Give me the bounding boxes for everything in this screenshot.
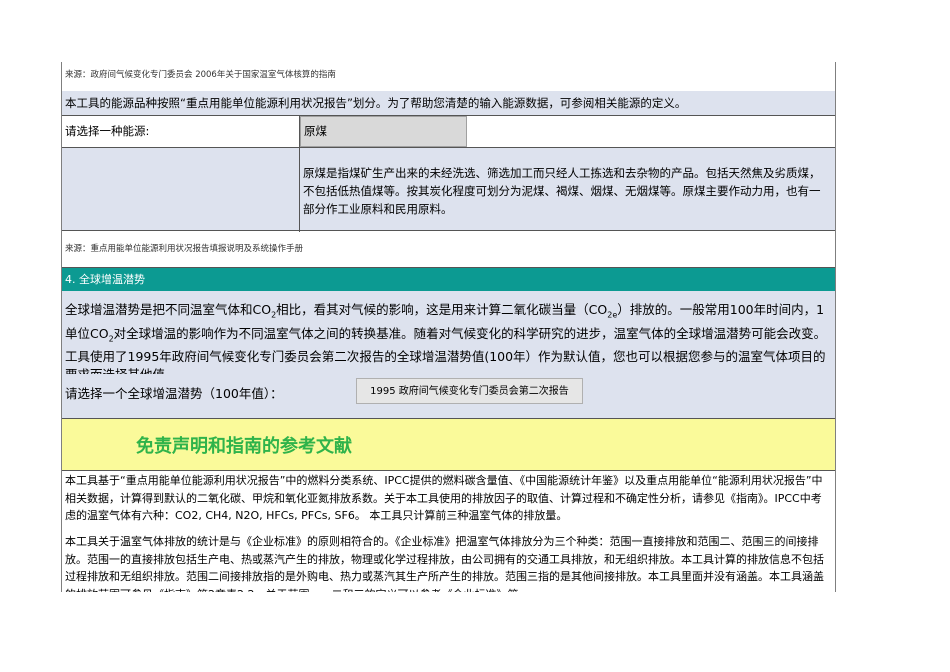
disclaimer-paragraph-1: 本工具基于“重点用能单位能源利用状况报告”中的燃料分类系统、IPCC提供的燃料碳…: [62, 471, 835, 525]
energy-definition-text: 原煤是指煤矿生产出来的未经洗选、筛选加工而只经人工拣选和去杂物的产品。包括天然焦…: [303, 164, 831, 218]
energy-select-dropdown[interactable]: 原煤: [300, 116, 467, 147]
spreadsheet-area: 来源：政府间气候变化专门委员会 2006年关于国家温室气体核算的指南 本工具的能…: [61, 62, 836, 592]
cell-divider: [299, 148, 300, 232]
energy-intro-text: 本工具的能源品种按照“重点用能单位能源利用状况报告”划分。为了帮助您清楚的输入能…: [62, 91, 835, 115]
energy-select-row: 请选择一种能源: 原煤: [62, 115, 835, 147]
gwp-select-label: 请选择一个全球增温潜势（100年值）：: [65, 385, 283, 403]
gwp-select-dropdown[interactable]: 1995 政府间气候变化专门委员会第二次报告: [356, 378, 583, 404]
co2e-subscript: 2e: [607, 311, 617, 320]
gwp-description: 全球增温潜势是把不同温室气体和CO2相比，看其对气候的影响，这是用来计算二氧化碳…: [62, 291, 835, 374]
gwp-select-row: 请选择一个全球增温潜势（100年值）： 1995 政府间气候变化专门委员会第二次…: [62, 374, 835, 418]
source-note-report: 来源：重点用能单位能源利用状况报告填报说明及系统操作手册: [62, 243, 835, 255]
gwp-text-1: 全球增温潜势是把不同温室气体和CO: [65, 302, 271, 317]
energy-select-label: 请选择一种能源:: [62, 122, 152, 140]
disclaimer-header: 免责声明和指南的参考文献: [62, 418, 835, 471]
section-4-header: 4. 全球增温潜势: [62, 267, 835, 291]
disclaimer-paragraph-2: 本工具关于温室气体排放的统计是与《企业标准》的原则相符合的。《企业标准》把温室气…: [62, 533, 835, 592]
source-note-ipcc: 来源：政府间气候变化专门委员会 2006年关于国家温室气体核算的指南: [62, 69, 835, 81]
energy-definition-row: 原煤是指煤矿生产出来的未经洗选、筛选加工而只经人工拣选和去杂物的产品。包括天然焦…: [62, 147, 835, 231]
disclaimer-title: 免责声明和指南的参考文献: [136, 432, 352, 458]
gwp-text-2: 相比，看其对气候的影响，这是用来计算二氧化碳当量（CO: [276, 302, 607, 317]
